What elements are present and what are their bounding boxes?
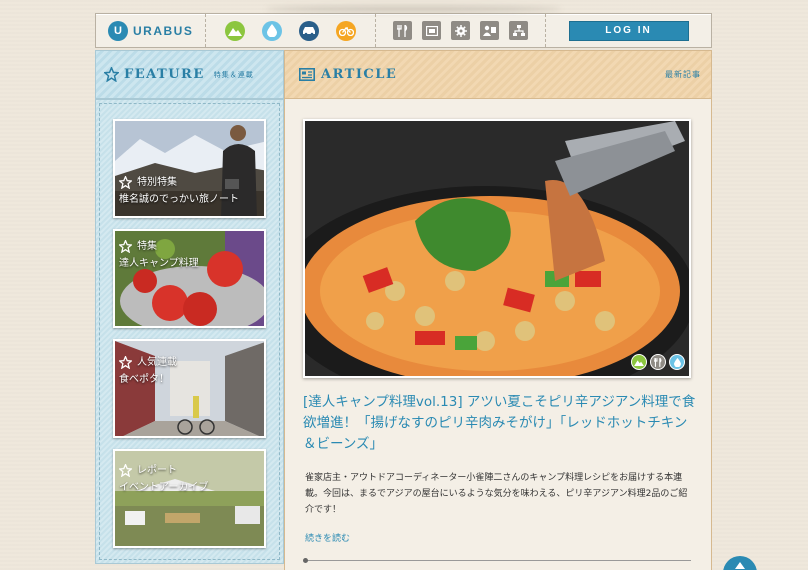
- restaurant-icon[interactable]: [393, 21, 412, 40]
- feature-card-tag: レポート: [137, 465, 177, 476]
- feature-card-text: 食べポタ！: [119, 374, 169, 385]
- star-icon: [119, 464, 132, 477]
- car-icon[interactable]: [299, 20, 320, 41]
- mountain-icon: [631, 354, 647, 370]
- article-headline[interactable]: [達人キャンプ料理vol.13] アツい夏こそピリ辛アジアン料理で食欲増進！「揚…: [303, 392, 698, 455]
- feature-card-text: 達人キャンプ料理: [119, 258, 199, 269]
- mountain-icon[interactable]: [224, 20, 245, 41]
- login-button[interactable]: LOG IN: [568, 20, 689, 41]
- feature-card-label: 特別特集 椎名誠のでっかい旅ノート: [119, 174, 239, 208]
- feature-card-tag: 特集: [137, 241, 157, 252]
- scroll-to-top-button[interactable]: [723, 556, 757, 570]
- article-header: ARTICLE 最新記事: [284, 50, 712, 99]
- star-icon: [119, 356, 132, 369]
- sitemap-icon[interactable]: [509, 21, 528, 40]
- article-body: 雀家店主・アウトドアコーディネーター小雀陣二さんのキャンプ料理レシピをお届けする…: [305, 473, 688, 515]
- feature-card[interactable]: レポート イベントアーカイブ: [113, 449, 266, 548]
- divider: [303, 558, 691, 563]
- category-nav: [206, 14, 376, 47]
- feature-card-text: イベントアーカイブ: [119, 482, 209, 493]
- feature-card-text: 椎名誠のでっかい旅ノート: [119, 194, 239, 205]
- article-title-label: ARTICLE: [321, 67, 398, 82]
- gear-icon[interactable]: [451, 21, 470, 40]
- star-icon: [119, 240, 132, 253]
- water-drop-icon: [669, 354, 685, 370]
- feature-title: FEATURE: [124, 67, 205, 82]
- water-drop-icon[interactable]: [261, 20, 282, 41]
- newspaper-icon: [299, 68, 315, 81]
- feature-card-label: 人気連載 食べポタ！: [119, 354, 177, 388]
- feature-card-label: レポート イベントアーカイブ: [119, 462, 208, 496]
- utility-nav: [376, 14, 546, 47]
- feature-card[interactable]: 人気連載 食べポタ！: [113, 339, 266, 438]
- feature-card[interactable]: 特集 達人キャンプ料理: [113, 229, 266, 328]
- screen-icon[interactable]: [422, 21, 441, 40]
- feature-subtitle: 特集＆連載: [213, 70, 254, 79]
- feature-column: 特別特集 椎名誠のでっかい旅ノート 特集 達人キャンプ料理 人気連載 食べポタ！…: [95, 99, 284, 564]
- people-icon[interactable]: [480, 21, 499, 40]
- feature-card-tag: 人気連載: [137, 357, 177, 368]
- feature-card-label: 特集 達人キャンプ料理: [119, 238, 199, 272]
- feature-card[interactable]: 特別特集 椎名誠のでっかい旅ノート: [113, 119, 266, 218]
- dish-photo: [305, 121, 689, 376]
- login-area: LOG IN: [546, 14, 711, 47]
- article-subtitle[interactable]: 最新記事: [665, 69, 701, 80]
- feature-card-tag: 特別特集: [137, 177, 177, 188]
- arrow-up-icon: [735, 562, 745, 569]
- article-image[interactable]: [303, 119, 691, 378]
- article-tag-icons: [631, 354, 685, 370]
- site-logo[interactable]: U URABUS: [96, 14, 206, 47]
- logo-text: URABUS: [133, 23, 194, 38]
- bicycle-icon[interactable]: [336, 20, 357, 41]
- restaurant-icon: [650, 354, 666, 370]
- logo-mark: U: [108, 20, 128, 41]
- star-icon: [104, 67, 119, 82]
- top-navigation: U URABUS LOG IN: [95, 13, 712, 48]
- read-more-link[interactable]: 続きを読む: [305, 531, 350, 544]
- feature-header: FEATURE 特集＆連載: [95, 50, 284, 99]
- star-icon: [119, 176, 132, 189]
